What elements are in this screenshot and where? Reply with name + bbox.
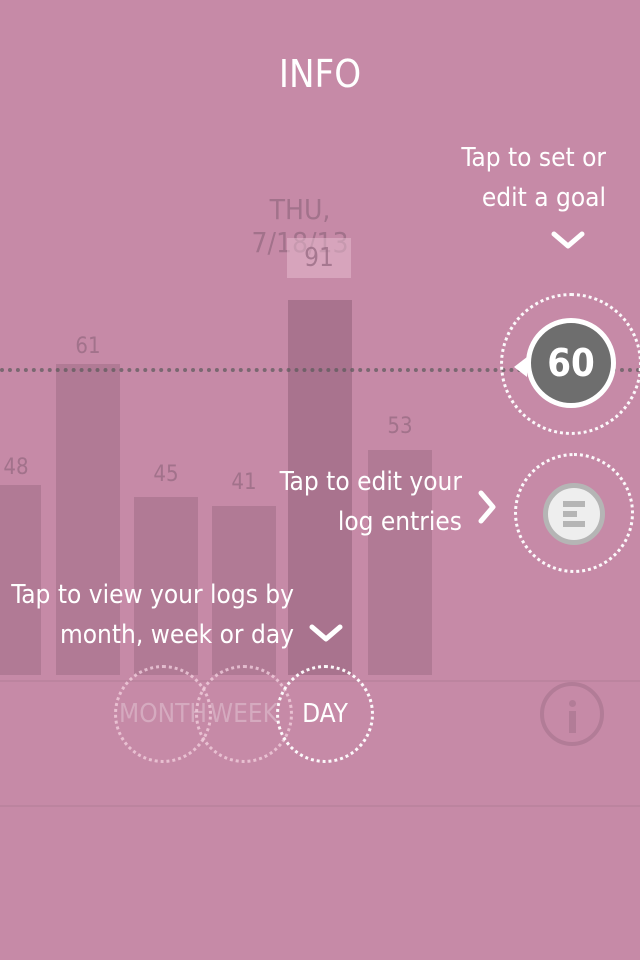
goal-hint: Tap to set or edit a goal: [461, 138, 606, 218]
log-entries-icon-bar-3: [563, 521, 585, 527]
view-hint-line2: month, week or day: [59, 620, 294, 650]
goal-value: 60: [547, 341, 595, 385]
bar-label-6: 53: [387, 414, 413, 439]
chevron-down-icon: [309, 624, 343, 642]
view-hint: Tap to view your logs by month, week or …: [11, 575, 294, 655]
bar-label-4: 41: [231, 470, 257, 495]
selected-value-badge: 91: [287, 238, 351, 278]
log-entries-icon-bar-1: [563, 501, 585, 507]
bar-label-1: 48: [3, 455, 29, 480]
tab-week-label: WEEK: [209, 699, 279, 729]
goal-line: [0, 368, 530, 372]
bar-label-2: 61: [75, 334, 101, 359]
tab-day-label: DAY: [302, 699, 348, 729]
log-entries-icon-bar-2: [563, 511, 577, 517]
goal-hint-line2: edit a goal: [481, 183, 606, 213]
goal-button[interactable]: 60: [526, 318, 616, 408]
page-title: INFO: [278, 52, 362, 96]
goal-hint-line1: Tap to set or: [461, 143, 606, 173]
bottom-separator: [0, 805, 640, 807]
tab-month-label: MONTH: [119, 699, 207, 729]
view-hint-line1: Tap to view your logs by: [11, 580, 294, 610]
log-hint: Tap to edit your log entries: [280, 462, 462, 542]
tab-day[interactable]: DAY: [276, 665, 374, 763]
info-icon-dot: [569, 700, 576, 707]
info-icon[interactable]: [540, 682, 604, 746]
log-hint-line2: log entries: [337, 507, 462, 537]
info-icon-stem: [569, 711, 576, 733]
chevron-down-icon: [551, 231, 585, 249]
bar-label-3: 45: [153, 462, 179, 487]
goal-button-pointer: [514, 357, 527, 377]
chevron-right-icon: [478, 490, 496, 524]
selected-value: 91: [304, 243, 334, 273]
log-hint-line1: Tap to edit your: [279, 467, 462, 497]
log-entries-icon: [543, 483, 605, 545]
